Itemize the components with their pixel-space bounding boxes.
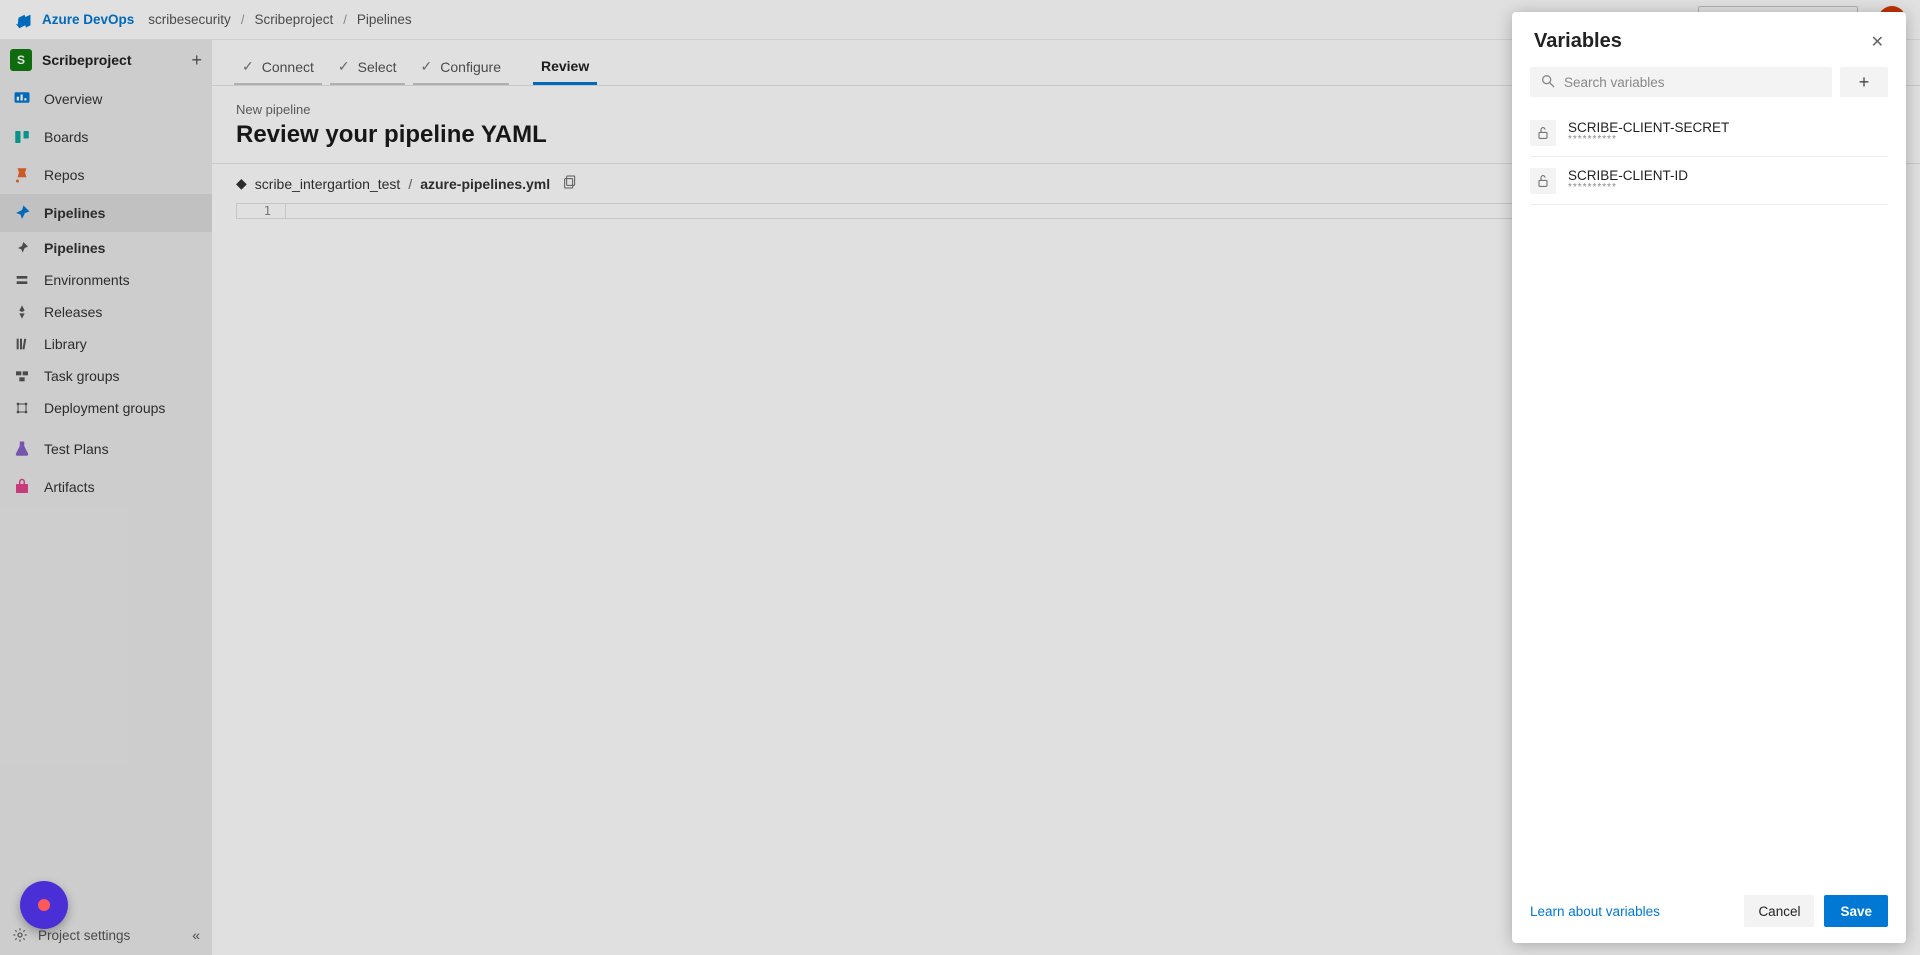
repo-name[interactable]: scribe_intergartion_test: [255, 176, 401, 192]
editor-line-number: 1: [237, 204, 285, 218]
sidebar-sub-library[interactable]: Library: [0, 328, 212, 360]
gear-icon: [12, 927, 28, 943]
sidebar-sub-label: Deployment groups: [44, 400, 165, 416]
path-separator: /: [408, 176, 412, 192]
wizard-tab-label: Configure: [440, 59, 501, 75]
variable-value-masked: **********: [1568, 183, 1688, 193]
wizard-tab-connect[interactable]: ✓ Connect: [234, 58, 322, 85]
project-name: Scribeproject: [42, 52, 191, 68]
overview-icon: [12, 89, 32, 109]
sidebar: S Scribeproject + Overview Boards: [0, 40, 212, 955]
breadcrumb-separator: /: [343, 12, 347, 27]
variables-panel: Variables ✕ Search variables + SCRIBE-CL…: [1512, 12, 1906, 943]
sidebar-sub-task-groups[interactable]: Task groups: [0, 360, 212, 392]
file-name[interactable]: azure-pipelines.yml: [420, 176, 550, 192]
sidebar-item-boards[interactable]: Boards: [0, 118, 212, 156]
sidebar-item-label: Test Plans: [44, 441, 109, 457]
search-placeholder: Search variables: [1564, 75, 1665, 90]
breadcrumb-org[interactable]: scribesecurity: [148, 12, 231, 27]
sidebar-item-test-plans[interactable]: Test Plans: [0, 430, 212, 468]
wizard-tab-label: Connect: [262, 59, 314, 75]
repo-diamond-icon: ◆: [236, 175, 247, 192]
record-dot-icon: [38, 899, 50, 911]
sidebar-sub-label: Library: [44, 336, 87, 352]
wizard-tab-select[interactable]: ✓ Select: [330, 58, 405, 85]
boards-icon: [12, 127, 32, 147]
sidebar-item-pipelines[interactable]: Pipelines: [0, 194, 212, 232]
save-button[interactable]: Save: [1824, 895, 1888, 927]
pipelines-icon: [12, 203, 32, 223]
project-selector[interactable]: S Scribeproject +: [0, 40, 212, 80]
wizard-tab-label: Review: [541, 58, 589, 74]
learn-about-variables-link[interactable]: Learn about variables: [1530, 904, 1734, 919]
sidebar-sub-deployment-groups[interactable]: Deployment groups: [0, 392, 212, 424]
variables-list: SCRIBE-CLIENT-SECRET ********** SCRIBE-C…: [1512, 109, 1906, 205]
screen-record-indicator[interactable]: [20, 881, 68, 929]
cancel-button[interactable]: Cancel: [1744, 895, 1814, 927]
releases-icon: [12, 302, 32, 322]
artifacts-icon: [12, 477, 32, 497]
sidebar-sub-pipelines[interactable]: Pipelines: [0, 232, 212, 264]
environments-icon: [12, 270, 32, 290]
brand-link[interactable]: Azure DevOps: [42, 12, 134, 27]
add-project-icon[interactable]: +: [191, 50, 202, 71]
sidebar-item-overview[interactable]: Overview: [0, 80, 212, 118]
project-settings-label: Project settings: [38, 928, 130, 943]
wizard-tab-review[interactable]: Review: [533, 58, 597, 85]
sidebar-item-label: Repos: [44, 167, 84, 183]
close-icon[interactable]: ✕: [1871, 32, 1884, 52]
wizard-tab-label: Select: [358, 59, 397, 75]
wizard-tab-configure[interactable]: ✓ Configure: [413, 58, 509, 85]
checkmark-icon: ✓: [242, 58, 254, 75]
copy-icon[interactable]: [562, 174, 578, 193]
lock-icon: [1530, 168, 1556, 194]
variables-search-input[interactable]: Search variables: [1530, 67, 1832, 97]
sidebar-sub-label: Pipelines: [44, 240, 105, 256]
task-groups-icon: [12, 366, 32, 386]
library-icon: [12, 334, 32, 354]
add-variable-button[interactable]: +: [1840, 67, 1888, 97]
sidebar-item-label: Pipelines: [44, 205, 105, 221]
variable-value-masked: **********: [1568, 135, 1729, 145]
sidebar-sub-label: Task groups: [44, 368, 119, 384]
breadcrumb-project[interactable]: Scribeproject: [254, 12, 333, 27]
variable-name: SCRIBE-CLIENT-SECRET: [1568, 120, 1729, 135]
sidebar-item-repos[interactable]: Repos: [0, 156, 212, 194]
pipelines-sub-icon: [12, 238, 32, 258]
search-icon: [1540, 73, 1556, 92]
project-badge: S: [10, 49, 32, 71]
sidebar-item-artifacts[interactable]: Artifacts: [0, 468, 212, 506]
repos-icon: [12, 165, 32, 185]
breadcrumb-section[interactable]: Pipelines: [357, 12, 412, 27]
sidebar-sub-releases[interactable]: Releases: [0, 296, 212, 328]
breadcrumb-separator: /: [241, 12, 245, 27]
collapse-sidebar-icon[interactable]: «: [192, 927, 200, 943]
sidebar-sub-label: Environments: [44, 272, 130, 288]
sidebar-item-label: Artifacts: [44, 479, 95, 495]
azure-devops-logo-icon: [12, 9, 34, 31]
variable-row[interactable]: SCRIBE-CLIENT-SECRET **********: [1530, 109, 1888, 157]
test-plans-icon: [12, 439, 32, 459]
sidebar-sub-environments[interactable]: Environments: [0, 264, 212, 296]
deployment-groups-icon: [12, 398, 32, 418]
checkmark-icon: ✓: [421, 58, 433, 75]
variable-name: SCRIBE-CLIENT-ID: [1568, 168, 1688, 183]
variable-row[interactable]: SCRIBE-CLIENT-ID **********: [1530, 157, 1888, 205]
panel-title: Variables: [1534, 30, 1871, 53]
sidebar-sub-label: Releases: [44, 304, 102, 320]
checkmark-icon: ✓: [338, 58, 350, 75]
sidebar-item-label: Boards: [44, 129, 88, 145]
sidebar-item-label: Overview: [44, 91, 102, 107]
lock-icon: [1530, 120, 1556, 146]
